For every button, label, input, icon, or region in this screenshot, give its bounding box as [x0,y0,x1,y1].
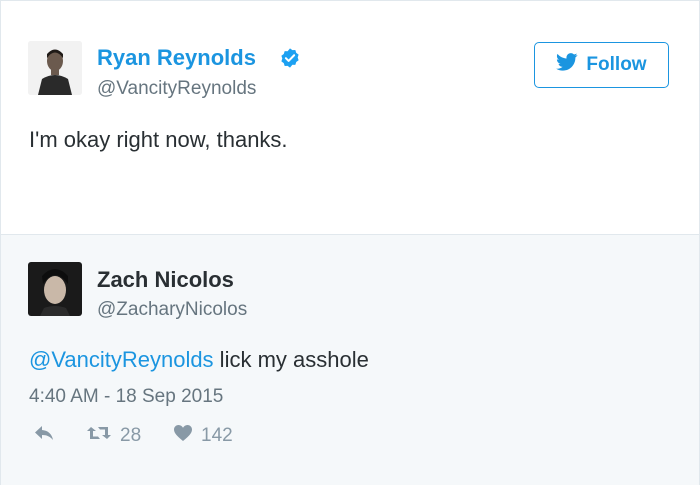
reply-text: @VancityReynolds lick my asshole [29,346,369,374]
reply-author-name[interactable]: Zach Nicolos [97,267,234,293]
follow-button[interactable]: Follow [534,42,669,88]
original-tweet: Ryan Reynolds @VancityReynolds Follow I'… [1,1,699,234]
reply-text-body: lick my asshole [213,347,369,372]
verified-badge-icon [279,47,301,69]
tweet-text: I'm okay right now, thanks. [29,127,288,152]
like-button[interactable]: 142 [173,424,233,448]
timestamp[interactable]: 4:40 AM - 18 Sep 2015 [29,386,223,408]
retweet-icon [86,424,112,448]
reply-author-handle[interactable]: @ZacharyNicolos [97,299,247,321]
author-handle[interactable]: @VancityReynolds [97,78,256,100]
author-name[interactable]: Ryan Reynolds [97,45,256,71]
zach-nicolos-avatar[interactable] [28,262,82,316]
heart-icon [173,424,193,448]
retweet-button[interactable]: 28 [86,424,141,448]
reply-icon [34,425,54,447]
reply-tweet: Zach Nicolos @ZacharyNicolos @VancityRey… [1,234,699,485]
twitter-bird-icon [556,53,579,77]
ryan-reynolds-avatar[interactable] [28,41,82,95]
reply-button[interactable] [34,425,54,447]
like-count: 142 [201,425,233,446]
mention-link[interactable]: @VancityReynolds [29,347,214,372]
follow-label: Follow [586,54,647,75]
retweet-count: 28 [120,425,142,446]
